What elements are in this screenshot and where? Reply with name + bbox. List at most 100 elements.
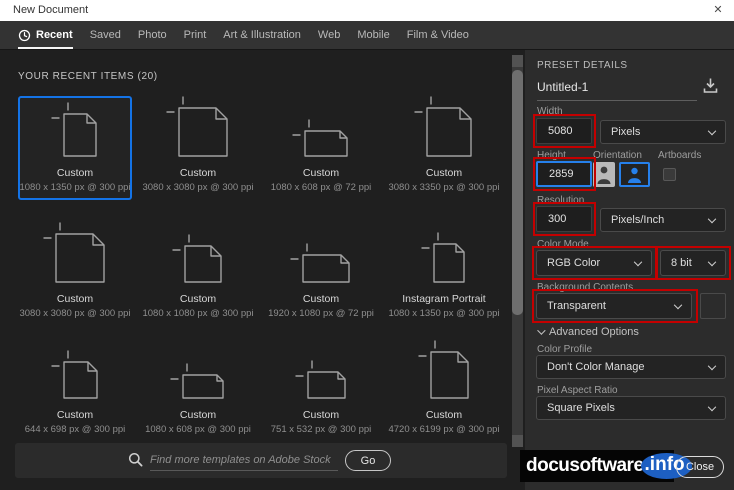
recent-item-tile[interactable]: Custom 751 x 532 px @ 300 ppi <box>264 352 378 442</box>
go-button[interactable]: Go <box>345 450 391 471</box>
chevron-down-icon <box>707 257 717 267</box>
recent-item-size: 1080 x 608 px @ 72 ppi <box>270 182 372 193</box>
recent-item-tile[interactable]: Instagram Portrait 1080 x 1350 px @ 300 … <box>387 226 501 326</box>
save-preset-icon[interactable] <box>701 76 720 95</box>
height-input[interactable]: 2859 <box>536 161 592 187</box>
background-color-swatch[interactable] <box>700 293 726 319</box>
scrollbar-thumb[interactable] <box>512 70 523 315</box>
recent-item-tile[interactable]: Custom 4720 x 6199 px @ 300 ppi <box>387 340 501 442</box>
document-preset-icon <box>43 222 107 284</box>
preset-details-panel: PRESET DETAILS Untitled-1 Width 5080 Pix… <box>525 50 734 490</box>
dropdown-value: Don't Color Manage <box>547 361 645 373</box>
scrollbar-up-arrow[interactable] <box>512 55 523 67</box>
dropdown-value: 8 bit <box>671 257 692 269</box>
recent-item-tile[interactable]: Custom 1080 x 1350 px @ 300 ppi <box>18 96 132 200</box>
close-button[interactable]: Close <box>676 456 724 478</box>
color-profile-dropdown[interactable]: Don't Color Manage <box>536 355 726 379</box>
preset-details-heading: PRESET DETAILS <box>537 60 628 71</box>
chevron-down-icon <box>673 300 683 310</box>
recent-item-size: 1080 x 608 px @ 300 ppi <box>145 424 251 435</box>
recent-item-tile[interactable]: Custom 1080 x 608 px @ 300 ppi <box>141 352 255 442</box>
color-mode-dropdown[interactable]: RGB Color <box>536 250 652 276</box>
resolution-unit-dropdown[interactable]: Pixels/Inch <box>600 208 726 232</box>
tab-label: Photo <box>137 28 167 41</box>
document-preset-icon <box>172 234 224 284</box>
chevron-down-icon <box>707 126 717 136</box>
width-unit-dropdown[interactable]: Pixels <box>600 120 726 144</box>
recent-item-size: 1080 x 1350 px @ 300 ppi <box>19 182 131 193</box>
recent-item-name: Custom <box>179 167 217 179</box>
document-preset-icon <box>418 340 471 400</box>
recent-item-name: Custom <box>56 167 94 179</box>
document-preset-icon <box>170 363 226 400</box>
search-icon <box>128 452 143 467</box>
width-label: Width <box>537 106 563 117</box>
orientation-label: Orientation <box>593 150 642 161</box>
background-contents-label: Background Contents <box>537 282 634 293</box>
search-input[interactable] <box>150 449 338 471</box>
document-preset-icon <box>51 102 99 158</box>
orientation-landscape-button[interactable] <box>619 162 650 187</box>
recent-items-heading: YOUR RECENT ITEMS (20) <box>18 71 158 82</box>
recent-item-size: 1080 x 1350 px @ 300 ppi <box>388 308 500 319</box>
landscape-person-icon <box>628 167 641 183</box>
recent-item-size: 1080 x 1080 px @ 300 ppi <box>142 308 254 319</box>
recent-item-tile[interactable]: Custom 1920 x 1080 px @ 72 ppi <box>264 226 378 326</box>
color-mode-label: Color Mode <box>537 239 589 250</box>
document-name-field[interactable]: Untitled-1 <box>537 80 697 101</box>
tab-web[interactable]: Web <box>318 21 340 50</box>
watermark: docusoftware .info <box>520 450 692 482</box>
advanced-options-label: Advanced Options <box>549 326 639 338</box>
chevron-down-icon <box>707 214 717 224</box>
chevron-down-icon <box>707 402 717 412</box>
document-preset-icon <box>51 350 100 400</box>
window-close-icon[interactable]: ✕ <box>710 3 726 16</box>
pixel-aspect-ratio-dropdown[interactable]: Square Pixels <box>536 396 726 420</box>
recent-item-size: 1920 x 1080 px @ 72 ppi <box>268 308 374 319</box>
recent-item-tile[interactable]: Custom 644 x 698 px @ 300 ppi <box>18 350 132 442</box>
orientation-portrait-button[interactable] <box>593 162 615 187</box>
tab-film-video[interactable]: Film & Video <box>407 21 469 50</box>
recent-item-name: Custom <box>302 293 340 305</box>
resolution-input[interactable]: 300 <box>536 206 592 232</box>
tab-art-illustration[interactable]: Art & Illustration <box>223 21 301 50</box>
adobe-stock-search-bar: Go <box>15 443 507 478</box>
tab-saved[interactable]: Saved <box>90 21 121 50</box>
recent-item-name: Instagram Portrait <box>402 293 486 305</box>
artboards-checkbox[interactable] <box>663 168 676 181</box>
clock-icon <box>18 29 31 41</box>
window-title: New Document <box>13 4 89 16</box>
resolution-label: Resolution <box>537 195 585 206</box>
dropdown-value: RGB Color <box>547 257 601 269</box>
bit-depth-dropdown[interactable]: 8 bit <box>660 250 726 276</box>
recent-item-size: 644 x 698 px @ 300 ppi <box>24 424 126 435</box>
width-input[interactable]: 5080 <box>536 118 592 144</box>
recent-item-name: Custom <box>179 409 217 421</box>
tab-label: Web <box>317 28 341 41</box>
recent-item-tile[interactable]: Custom 1080 x 608 px @ 72 ppi <box>264 96 378 200</box>
recent-item-tile[interactable]: Custom 3080 x 3080 px @ 300 ppi <box>18 222 132 326</box>
recent-item-tile[interactable]: Custom 3080 x 3080 px @ 300 ppi <box>141 96 255 200</box>
chevron-down-icon <box>707 361 717 371</box>
artboards-label: Artboards <box>658 150 702 161</box>
category-tabbar: Recent Saved Photo Print Art & Illustrat… <box>0 21 734 50</box>
recent-scrollbar[interactable] <box>512 55 523 447</box>
document-preset-icon <box>295 360 348 400</box>
document-preset-icon <box>166 96 230 158</box>
document-preset-icon <box>421 232 467 284</box>
chevron-down-icon <box>633 257 643 267</box>
tab-mobile[interactable]: Mobile <box>357 21 389 50</box>
recent-item-tile[interactable]: Custom 1080 x 1080 px @ 300 ppi <box>141 226 255 326</box>
background-contents-dropdown[interactable]: Transparent <box>536 293 692 319</box>
scrollbar-down-arrow[interactable] <box>512 435 523 447</box>
tab-photo[interactable]: Photo <box>138 21 167 50</box>
recent-item-name: Custom <box>56 293 94 305</box>
tab-label: Mobile <box>357 28 390 41</box>
advanced-options-toggle[interactable]: Advanced Options <box>537 326 639 338</box>
dropdown-value: Pixels <box>611 126 641 138</box>
tab-print[interactable]: Print <box>184 21 207 50</box>
recent-items-grid: Custom 1080 x 1350 px @ 300 ppi Custom 3… <box>18 96 501 442</box>
dropdown-value: Transparent <box>547 300 606 312</box>
recent-item-tile[interactable]: Custom 3080 x 3350 px @ 300 ppi <box>387 96 501 200</box>
tab-recent[interactable]: Recent <box>18 21 73 50</box>
